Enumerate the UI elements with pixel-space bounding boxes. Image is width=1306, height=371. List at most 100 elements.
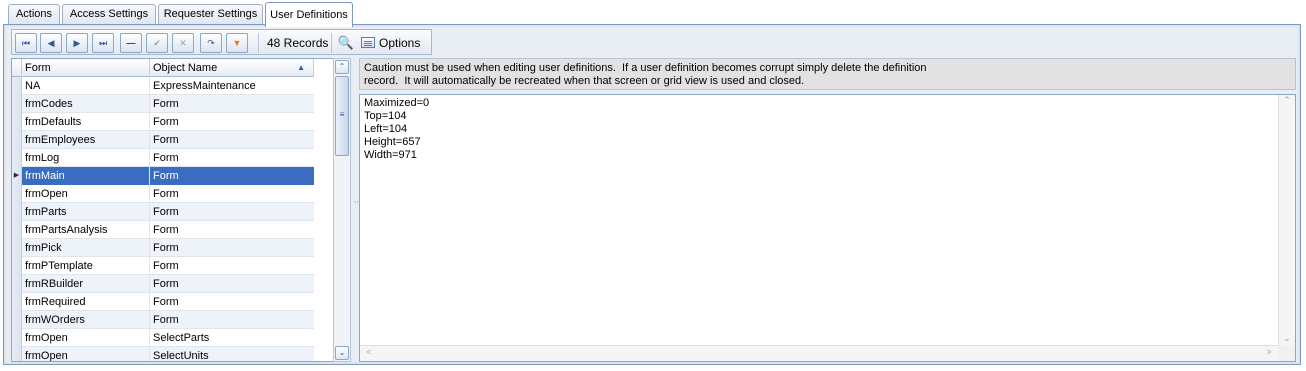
tab-requester-settings[interactable]: Requester Settings (158, 4, 263, 25)
cell-form[interactable]: frmWOrders (22, 311, 150, 329)
cell-form[interactable]: frmPartsAnalysis (22, 221, 150, 239)
table-row[interactable]: frmPartsAnalysis Form (12, 221, 314, 239)
options-icon (361, 37, 375, 48)
row-indicator[interactable] (12, 239, 22, 257)
table-row[interactable]: frmLog Form (12, 149, 314, 167)
cell-object-name[interactable]: SelectParts (150, 329, 314, 347)
cell-object-name[interactable]: Form (150, 257, 314, 275)
table-row[interactable]: frmOpen Form (12, 185, 314, 203)
table-row[interactable]: frmRBuilder Form (12, 275, 314, 293)
prior-record-icon[interactable]: ◀ (40, 33, 62, 53)
cancel-edit-icon[interactable]: ✕ (172, 33, 194, 53)
table-row[interactable]: ▶ frmMain Form (12, 167, 314, 185)
cell-form[interactable]: frmCodes (22, 95, 150, 113)
cell-object-name[interactable]: Form (150, 293, 314, 311)
row-indicator[interactable] (12, 329, 22, 347)
row-indicator[interactable] (12, 203, 22, 221)
table-row[interactable]: frmOpen SelectParts (12, 329, 314, 347)
memo-vertical-scrollbar[interactable]: ⌃ ⌄ (1278, 95, 1295, 346)
user-definitions-grid[interactable]: Form Object Name ▲ NA ExpressMaintenance f… (11, 58, 334, 362)
cell-object-name[interactable]: Form (150, 275, 314, 293)
row-indicator[interactable] (12, 311, 22, 329)
next-record-icon[interactable]: ▶ (66, 33, 88, 53)
column-header-object-name[interactable]: Object Name ▲ (150, 59, 314, 77)
options-button[interactable]: Options ▼ (359, 33, 431, 67)
refresh-icon[interactable]: ↷ (200, 33, 222, 53)
row-indicator[interactable] (12, 131, 22, 149)
cell-form[interactable]: frmOpen (22, 185, 150, 203)
cell-form[interactable]: frmRBuilder (22, 275, 150, 293)
row-indicator[interactable] (12, 95, 22, 113)
cell-form[interactable]: frmOpen (22, 329, 150, 347)
row-indicator[interactable] (12, 275, 22, 293)
definition-memo[interactable]: Maximized=0 Top=104 Left=104 Height=657 … (359, 94, 1296, 362)
cell-form[interactable]: frmParts (22, 203, 150, 221)
table-row[interactable]: NA ExpressMaintenance (12, 77, 314, 95)
row-indicator[interactable] (12, 77, 22, 95)
scroll-down-icon[interactable]: ⌄ (335, 346, 349, 360)
cell-object-name[interactable]: Form (150, 113, 314, 131)
first-record-icon[interactable]: ⏮ (15, 33, 37, 53)
tab-actions[interactable]: Actions (8, 4, 60, 25)
cell-object-name[interactable]: Form (150, 167, 314, 185)
cell-form[interactable]: frmOpen (22, 347, 150, 361)
table-row[interactable]: frmDefaults Form (12, 113, 314, 131)
row-indicator[interactable] (12, 149, 22, 167)
column-header-form[interactable]: Form (22, 59, 150, 77)
filter-icon[interactable]: ▼ (226, 33, 248, 53)
table-row[interactable]: frmRequired Form (12, 293, 314, 311)
table-row[interactable]: frmPTemplate Form (12, 257, 314, 275)
cell-object-name[interactable]: Form (150, 131, 314, 149)
row-indicator[interactable] (12, 221, 22, 239)
splitter-handle[interactable]: ⋮ (352, 58, 362, 362)
post-edit-icon[interactable]: ✔ (146, 33, 168, 53)
table-row[interactable]: frmWOrders Form (12, 311, 314, 329)
cell-form[interactable]: frmRequired (22, 293, 150, 311)
cell-object-name[interactable]: Form (150, 203, 314, 221)
cell-object-name[interactable]: SelectUnits (150, 347, 314, 361)
tab-user-definitions[interactable]: User Definitions (265, 2, 353, 27)
row-indicator[interactable] (12, 185, 22, 203)
cell-form[interactable]: frmDefaults (22, 113, 150, 131)
memo-horizontal-scrollbar[interactable]: < > (360, 345, 1278, 361)
row-indicator[interactable] (12, 113, 22, 131)
definition-text[interactable]: Maximized=0 Top=104 Left=104 Height=657 … (361, 96, 1277, 345)
table-row[interactable]: frmPick Form (12, 239, 314, 257)
table-row[interactable]: frmParts Form (12, 203, 314, 221)
cell-object-name[interactable]: Form (150, 221, 314, 239)
row-indicator[interactable] (12, 257, 22, 275)
row-indicator[interactable] (12, 347, 22, 361)
cell-form[interactable]: frmPick (22, 239, 150, 257)
indicator-header (12, 59, 22, 77)
scroll-thumb[interactable]: ≡ (335, 76, 349, 156)
table-row[interactable]: frmEmployees Form (12, 131, 314, 149)
toolbar-separator (258, 33, 259, 53)
table-row[interactable]: frmOpen SelectUnits (12, 347, 314, 361)
cell-object-name[interactable]: Form (150, 149, 314, 167)
cell-form[interactable]: frmPTemplate (22, 257, 150, 275)
grid-vertical-scrollbar[interactable]: ⌃ ≡ ⌄ (333, 58, 351, 362)
delete-record-icon[interactable]: — (120, 33, 142, 53)
cell-object-name[interactable]: Form (150, 311, 314, 329)
cell-form[interactable]: frmEmployees (22, 131, 150, 149)
scroll-right-icon[interactable]: > (1262, 347, 1276, 357)
table-row[interactable]: frmCodes Form (12, 95, 314, 113)
scroll-down-icon[interactable]: ⌄ (1280, 333, 1294, 344)
cell-object-name[interactable]: Form (150, 185, 314, 203)
cell-object-name[interactable]: ExpressMaintenance (150, 77, 314, 95)
row-indicator[interactable] (12, 293, 22, 311)
cell-form[interactable]: NA (22, 77, 150, 95)
scroll-up-icon[interactable]: ⌃ (1280, 95, 1294, 106)
last-record-icon[interactable]: ⏭ (92, 33, 114, 53)
search-icon[interactable]: 🔍 (336, 33, 356, 53)
cell-form[interactable]: frmLog (22, 149, 150, 167)
scroll-up-icon[interactable]: ⌃ (335, 60, 349, 74)
caution-note: Caution must be used when editing user d… (359, 58, 1296, 90)
cell-object-name[interactable]: Form (150, 95, 314, 113)
scroll-left-icon[interactable]: < (362, 347, 376, 357)
row-indicator[interactable]: ▶ (12, 167, 22, 185)
column-header-label: Object Name (153, 62, 218, 74)
tab-access-settings[interactable]: Access Settings (62, 4, 156, 25)
cell-object-name[interactable]: Form (150, 239, 314, 257)
cell-form[interactable]: frmMain (22, 167, 150, 185)
